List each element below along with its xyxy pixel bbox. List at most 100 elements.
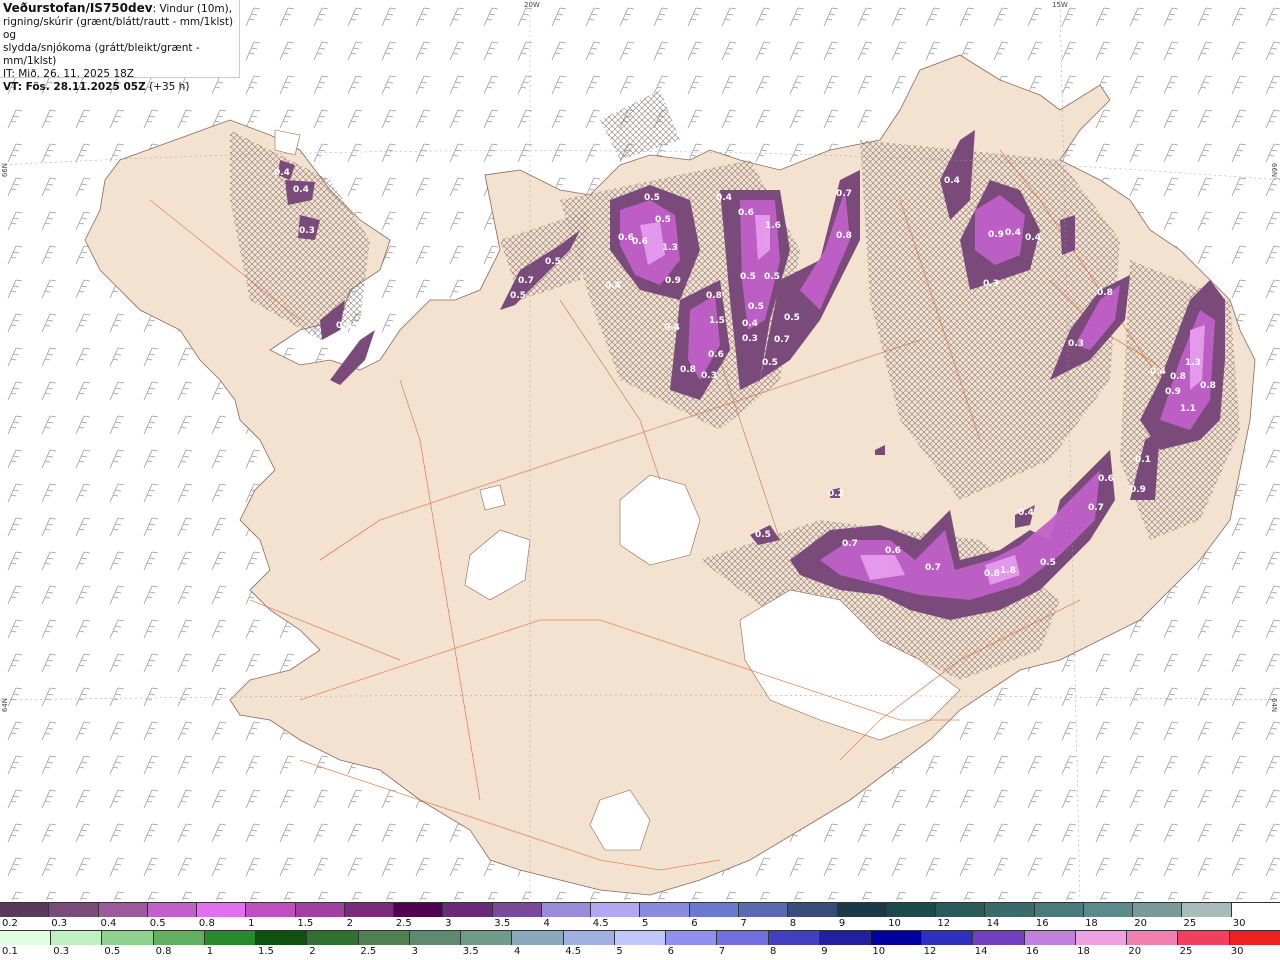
- value-label: 0.5: [655, 215, 671, 225]
- value-label: 0.7: [774, 335, 790, 345]
- snow-swatch: [985, 902, 1035, 917]
- snow-tick-label: 0.3: [51, 918, 68, 929]
- longitude-label-15w: 15W: [1052, 1, 1068, 9]
- rain-swatch: [1229, 930, 1280, 945]
- value-label: 0.9: [988, 230, 1004, 240]
- snow-tick-label: 9: [838, 918, 846, 929]
- value-label: 0.1: [1135, 455, 1151, 465]
- snow-tick-label: 3.5: [494, 918, 511, 929]
- value-label: 0.6: [1098, 474, 1114, 484]
- rain-tick-label: 10: [872, 946, 886, 957]
- value-label: 0.5: [740, 272, 756, 282]
- value-label: 0.8: [1200, 381, 1216, 391]
- rain-swatch: [307, 930, 359, 945]
- snow-tick-label: 5: [642, 918, 649, 929]
- value-label: 0.4: [605, 281, 621, 291]
- snow-tick-label: 1.5: [297, 918, 314, 929]
- rain-swatch: [51, 930, 103, 945]
- rain-tick-label: 4.5: [565, 946, 582, 957]
- snow-swatch: [541, 902, 592, 917]
- rain-tick-label: 8: [770, 946, 777, 957]
- value-label: 0.4: [716, 193, 732, 203]
- value-label: 0.7: [836, 189, 852, 199]
- snow-swatch: [1133, 902, 1183, 917]
- snow-swatch: [98, 902, 148, 917]
- rain-tick-label: 16: [1026, 946, 1039, 957]
- value-label: 0.5: [510, 291, 526, 301]
- snow-swatch: [738, 902, 789, 917]
- snow-swatch: [1034, 902, 1084, 917]
- value-label: 0.4: [944, 176, 960, 186]
- snow-tick-label: 7: [740, 918, 747, 929]
- rain-tick-label: 3.5: [462, 946, 479, 957]
- rain-swatch: [819, 930, 871, 945]
- snow-swatch: [344, 902, 395, 917]
- forecast-map[interactable]: 0.4 0.4 0.3 0.5 0.7 0.5 0.6 0.5 0.6 0.5 …: [0, 0, 1280, 900]
- value-label: 0.6: [885, 546, 901, 556]
- snow-tick-label: 20: [1134, 918, 1148, 929]
- rain-tick-label: 12: [923, 946, 937, 957]
- value-label: 0.7: [518, 276, 534, 286]
- value-label: 0.2: [828, 489, 844, 499]
- rain-swatch: [409, 930, 462, 945]
- rain-swatch: [0, 930, 52, 945]
- description-line-3: slydda/snjókoma (grátt/bleikt/grænt - mm…: [3, 42, 200, 67]
- snow-tick-label: 0.2: [2, 918, 18, 929]
- forecast-info-box: Veðurstofan/IS750dev: Vindur (10m), rign…: [0, 0, 240, 93]
- latitude-label-64n-right: 64N: [1270, 698, 1278, 713]
- value-label: 0.5: [644, 193, 660, 203]
- value-label: 0.4: [293, 185, 309, 195]
- model-source: Veðurstofan/IS750dev: [3, 1, 153, 15]
- value-label: 0.9: [665, 276, 681, 286]
- value-label: 0.7: [925, 563, 941, 573]
- value-label: 0.5: [784, 313, 800, 323]
- snow-swatch: [640, 902, 690, 917]
- rain-swatch: [666, 930, 718, 945]
- rain-swatches: [0, 930, 1280, 945]
- value-label: 0.5: [748, 302, 764, 312]
- snow-tick-label: 10: [888, 918, 901, 929]
- snow-tick-label: 12: [937, 918, 951, 929]
- snow-colorbar: 0.2 0.3 0.4 0.5 0.8 1 1.5 2 2.5 3 3.5 4 4.5 5 6 7 8 9 10 12…: [0, 902, 1280, 932]
- value-label: 1.3: [662, 243, 678, 253]
- value-label: 0.8: [836, 231, 852, 241]
- rain-swatch: [256, 930, 308, 945]
- value-label: 0.3: [1068, 339, 1084, 349]
- rain-tick-label: 2: [309, 946, 316, 957]
- rain-swatch: [973, 930, 1025, 945]
- value-label: 0.6: [336, 321, 352, 331]
- rain-tick-label: 0.8: [155, 946, 172, 957]
- snow-tick-label: 0.8: [198, 918, 215, 929]
- snow-swatch: [1083, 902, 1134, 917]
- snow-swatch: [788, 902, 838, 917]
- snow-swatch: [886, 902, 937, 917]
- snow-tick-label: 4: [543, 918, 550, 929]
- rain-tick-label: 18: [1077, 946, 1090, 957]
- snow-tick-label: 1: [248, 918, 255, 929]
- snow-tick-label: 8: [789, 918, 797, 929]
- value-label: 0.3: [701, 371, 717, 381]
- value-label: 0.4: [1150, 367, 1166, 377]
- latitude-label-66n-right: 66N: [1270, 163, 1278, 178]
- rain-tick-label: 20: [1128, 946, 1142, 957]
- snow-tick-label: 14: [986, 918, 1000, 929]
- snow-swatch: [394, 902, 444, 917]
- snow-swatch: [1231, 902, 1280, 917]
- rain-swatch: [1024, 930, 1076, 945]
- snow-tick-label: 0.4: [100, 918, 117, 929]
- snow-swatch: [689, 902, 739, 917]
- description-line-1: Veðurstofan/IS750dev: Vindur (10m),: [3, 1, 233, 16]
- value-label: 0.4: [1025, 233, 1041, 243]
- value-label: 0.6: [708, 350, 724, 360]
- value-label: 0.6: [738, 208, 754, 218]
- value-label: 0.8: [984, 569, 1000, 579]
- value-label: 0.3: [742, 334, 758, 344]
- value-label: 0.4: [742, 319, 758, 329]
- value-label: 0.3: [299, 226, 315, 236]
- rain-tick-label: 1: [206, 946, 214, 957]
- value-label: 0.5: [1040, 558, 1056, 568]
- snow-tick-label: 16: [1035, 918, 1049, 929]
- rain-swatch: [1178, 930, 1230, 945]
- snow-tick-label: 3: [445, 918, 452, 929]
- rain-swatch: [461, 930, 513, 945]
